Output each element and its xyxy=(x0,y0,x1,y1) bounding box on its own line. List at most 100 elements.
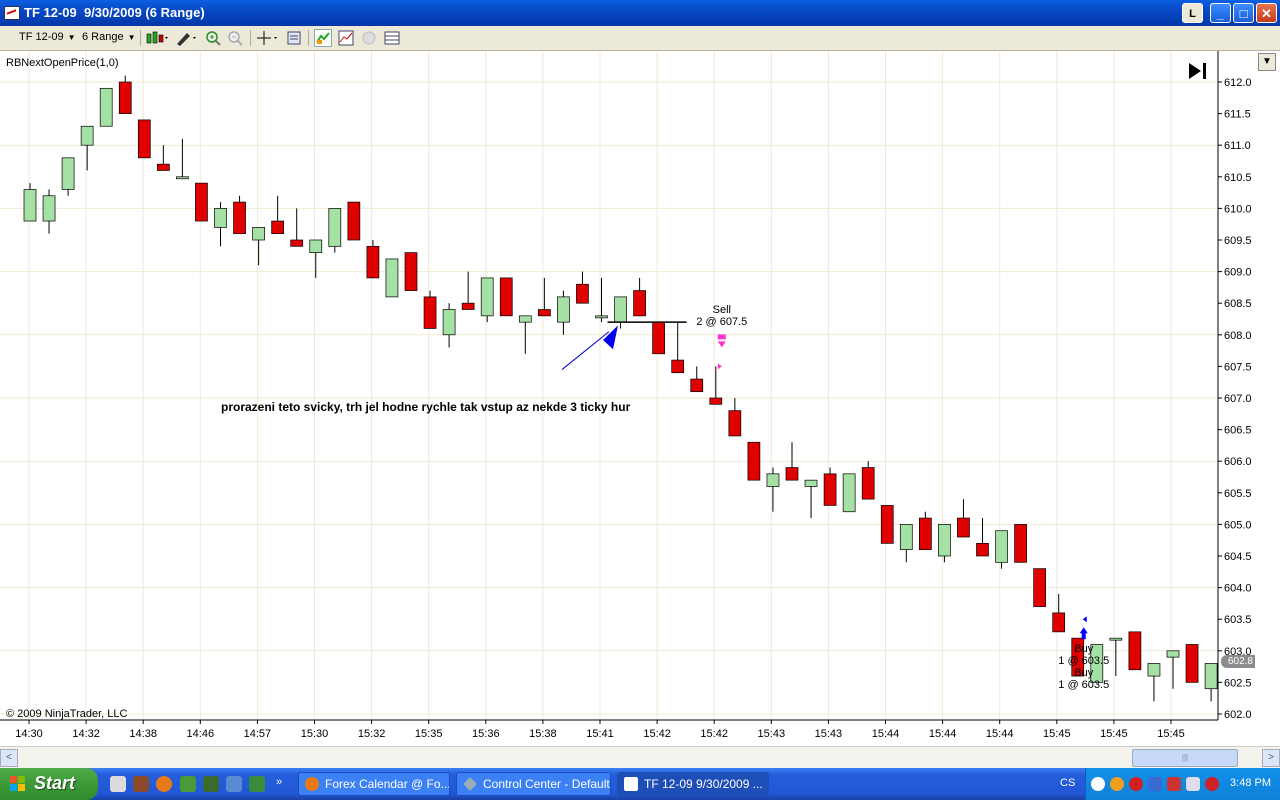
candle-up[interactable] xyxy=(442,309,456,336)
candle-up[interactable] xyxy=(480,277,494,317)
data-box-icon[interactable] xyxy=(360,29,378,47)
chart-annotation-text[interactable]: prorazeni teto svicky, trh jel hodne ryc… xyxy=(221,400,630,414)
language-indicator[interactable]: CS xyxy=(1060,777,1075,789)
tray-shield-icon[interactable] xyxy=(1167,777,1181,791)
scrollbar-thumb[interactable]: ||| xyxy=(1132,749,1238,767)
candle-down[interactable] xyxy=(785,467,799,481)
minimize-button[interactable]: _ xyxy=(1210,3,1231,23)
candle-down[interactable] xyxy=(1014,524,1027,563)
tray-volume-icon[interactable] xyxy=(1186,777,1200,791)
candle-up[interactable] xyxy=(23,189,37,222)
candle-up[interactable] xyxy=(1109,637,1123,641)
candle-up[interactable] xyxy=(557,296,570,323)
candle-up[interactable] xyxy=(595,315,608,319)
candle-up[interactable] xyxy=(1147,663,1161,677)
candle-up[interactable] xyxy=(309,239,323,253)
chevron-right-icon[interactable]: » xyxy=(276,776,292,792)
candle-down[interactable] xyxy=(880,505,894,544)
candle-down[interactable] xyxy=(1033,568,1047,607)
quicklaunch-app-icon[interactable] xyxy=(226,776,242,792)
candle-up[interactable] xyxy=(899,524,913,551)
drawing-pencil-icon[interactable] xyxy=(174,29,198,47)
candle-down[interactable] xyxy=(823,473,837,506)
quicklaunch-app-icon[interactable] xyxy=(133,776,149,792)
candle-down[interactable] xyxy=(118,81,132,114)
zoom-in-icon[interactable] xyxy=(204,29,222,47)
scroll-left-icon[interactable]: < xyxy=(0,749,18,767)
candle-up[interactable] xyxy=(766,473,780,487)
candle-down[interactable] xyxy=(918,517,932,551)
candle-down[interactable] xyxy=(271,220,284,235)
candle-up[interactable] xyxy=(80,125,94,146)
candle-down[interactable] xyxy=(709,397,723,405)
close-button[interactable]: ✕ xyxy=(1256,3,1277,23)
quicklaunch-app-icon[interactable] xyxy=(249,776,265,792)
candle-down[interactable] xyxy=(690,378,704,393)
tray-arrow-icon[interactable] xyxy=(1091,777,1105,791)
candle-down[interactable] xyxy=(423,296,437,329)
tray-network-icon[interactable] xyxy=(1148,777,1162,791)
window-title-bar[interactable]: TF 12-09 9/30/2009 (6 Range) L _ □ ✕ xyxy=(0,0,1280,26)
candle-down[interactable] xyxy=(861,467,875,500)
candle-down[interactable] xyxy=(366,245,380,279)
candle-down[interactable] xyxy=(652,321,666,355)
candle-up[interactable] xyxy=(61,157,75,190)
indicator-icon[interactable] xyxy=(337,29,355,47)
candle-down[interactable] xyxy=(290,239,304,247)
instrument-selector[interactable]: TF 12-09 ▼ xyxy=(19,31,76,43)
candle-up[interactable] xyxy=(1166,650,1180,658)
candle-down[interactable] xyxy=(576,283,589,304)
candle-up[interactable] xyxy=(1204,663,1218,690)
price-chart[interactable]: 612.0 611.5 611.0 610.5 610.0 609.5 609.0 608.5… xyxy=(0,51,1280,746)
candle-up[interactable] xyxy=(804,479,818,487)
candle-down[interactable] xyxy=(747,441,761,481)
candle-down[interactable] xyxy=(728,410,742,437)
scroll-right-icon[interactable]: > xyxy=(1262,749,1280,767)
quicklaunch-app-icon[interactable] xyxy=(180,776,196,792)
maximize-button[interactable]: □ xyxy=(1233,3,1254,23)
start-button[interactable]: Start xyxy=(0,768,98,800)
candle-down[interactable] xyxy=(1185,644,1199,683)
candle-up[interactable] xyxy=(842,473,856,513)
properties-icon[interactable] xyxy=(285,29,303,47)
chart-trader-icon[interactable] xyxy=(383,29,401,47)
candle-up[interactable] xyxy=(385,258,399,298)
task-control-center[interactable]: Control Center - Default xyxy=(456,772,611,796)
candle-up[interactable] xyxy=(214,208,227,228)
firefox-icon[interactable] xyxy=(156,776,172,792)
candle-down[interactable] xyxy=(976,543,989,557)
candle-up[interactable] xyxy=(42,195,56,222)
candle-up[interactable] xyxy=(614,296,627,323)
task-chart-window[interactable]: TF 12-09 9/30/2009 ... xyxy=(617,772,769,796)
chart-options-dropdown-icon[interactable]: ▼ xyxy=(1258,53,1276,71)
tray-app-icon[interactable] xyxy=(1110,777,1124,791)
candle-down[interactable] xyxy=(157,163,170,171)
candle-down[interactable] xyxy=(137,119,151,159)
candle-up[interactable] xyxy=(518,315,532,323)
zoom-out-icon[interactable] xyxy=(226,29,244,47)
scroll-to-end-icon[interactable] xyxy=(1187,61,1211,81)
candle-down[interactable] xyxy=(1128,631,1142,671)
candle-down[interactable] xyxy=(347,201,361,241)
candle-down[interactable] xyxy=(537,309,551,317)
candle-up[interactable] xyxy=(938,524,951,557)
tray-app-icon[interactable] xyxy=(1205,777,1219,791)
layout-button[interactable]: L xyxy=(1182,3,1203,23)
candle-up[interactable] xyxy=(328,208,342,247)
candle-down[interactable] xyxy=(671,359,685,374)
candle-down[interactable] xyxy=(461,302,475,310)
candle-down[interactable] xyxy=(1052,612,1066,633)
chart-panel[interactable]: 612.0 611.5 611.0 610.5 610.0 609.5 609.0 608.5… xyxy=(0,51,1280,746)
crosshair-icon[interactable] xyxy=(255,29,279,47)
task-forex-calendar[interactable]: Forex Calendar @ Fo... xyxy=(298,772,450,796)
period-selector[interactable]: 6 Range ▼ xyxy=(82,31,136,43)
candle-down[interactable] xyxy=(633,290,646,317)
tray-app-icon[interactable] xyxy=(1129,777,1143,791)
candle-up[interactable] xyxy=(252,227,265,241)
quicklaunch-app-icon[interactable] xyxy=(203,776,219,792)
candle-down[interactable] xyxy=(404,252,418,291)
candlestick-style-icon[interactable] xyxy=(145,29,169,47)
candle-down[interactable] xyxy=(957,517,970,538)
candle-up[interactable] xyxy=(99,87,113,127)
candle-up[interactable] xyxy=(176,176,189,180)
